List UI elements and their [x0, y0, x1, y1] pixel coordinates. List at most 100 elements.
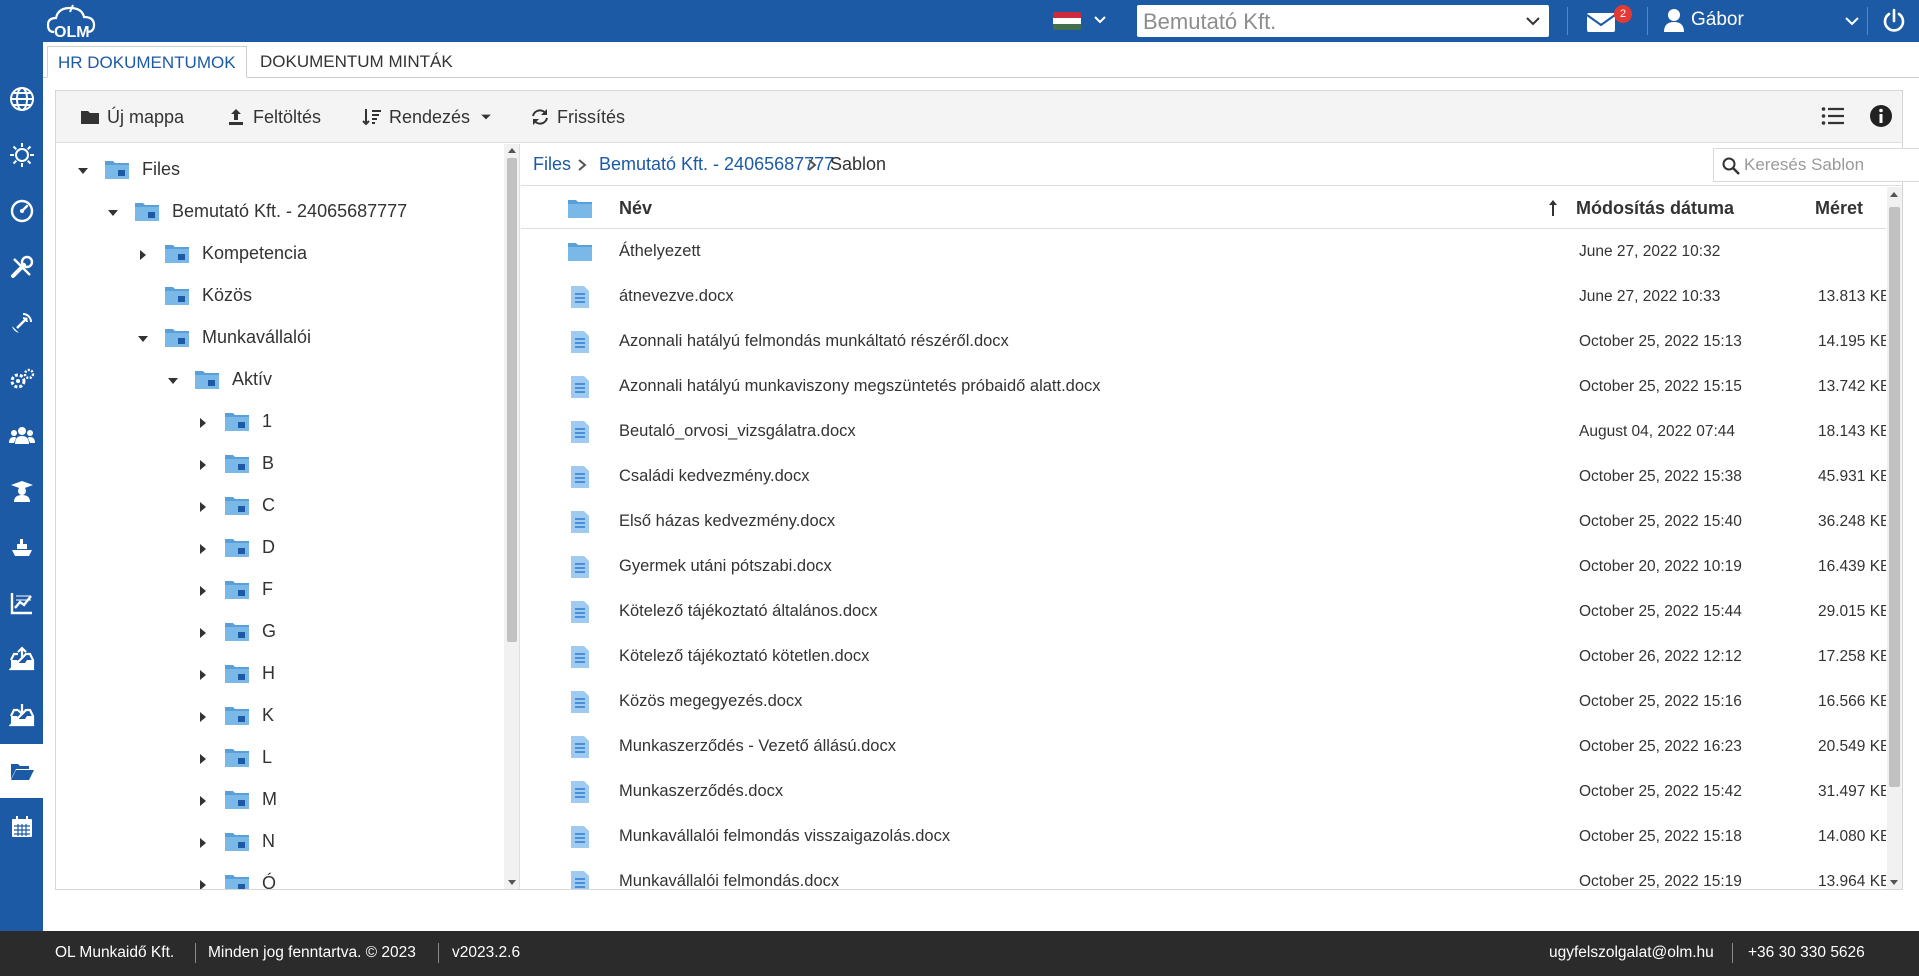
tree-node[interactable]: G	[196, 614, 276, 648]
table-row[interactable]: Azonnali hatályú felmondás munkáltató ré…	[521, 320, 1886, 365]
sidebar-item-upload[interactable]	[0, 632, 43, 686]
table-row[interactable]: Áthelyezett June 27, 2022 10:32	[521, 230, 1886, 275]
tree-node[interactable]: Közös	[136, 278, 252, 312]
tree-node[interactable]: H	[196, 656, 275, 690]
scroll-up-arrow[interactable]	[508, 148, 516, 153]
chevron-down-icon[interactable]	[1843, 12, 1861, 30]
sidebar-item-globe[interactable]	[0, 72, 43, 126]
search-box[interactable]	[1713, 148, 1919, 182]
sidebar-item-sun[interactable]	[0, 128, 43, 182]
column-header-modified[interactable]: Módosítás dátuma	[1576, 198, 1734, 219]
company-select[interactable]: Bemutató Kft.	[1137, 5, 1549, 37]
caret-right-icon[interactable]	[196, 876, 210, 889]
caret-down-icon[interactable]	[136, 330, 150, 344]
caret-right-icon[interactable]	[196, 750, 210, 764]
tree-node[interactable]: Files	[76, 152, 180, 186]
tree-node[interactable]: K	[196, 698, 274, 732]
breadcrumb-files[interactable]: Files	[533, 154, 571, 175]
footer-email[interactable]: ugyfelszolgalat@olm.hu	[1549, 944, 1714, 962]
caret-down-icon[interactable]	[76, 162, 90, 176]
user-icon[interactable]	[1664, 8, 1684, 32]
column-header-size[interactable]: Méret	[1815, 198, 1863, 219]
tree-node[interactable]: Aktív	[166, 362, 272, 396]
tree-node[interactable]: M	[196, 782, 277, 816]
caret-down-icon[interactable]	[166, 372, 180, 386]
table-row[interactable]: Beutaló_orvosi_vizsgálatra.docx August 04…	[521, 410, 1886, 455]
hungarian-flag-icon[interactable]	[1053, 12, 1081, 30]
file-list-scrollbar-thumb[interactable]	[1889, 207, 1900, 787]
table-row[interactable]: Munkavállalói felmondás visszaigazolás.d…	[521, 815, 1886, 860]
table-row[interactable]: Azonnali hatályú munkaviszony megszüntet…	[521, 365, 1886, 410]
tree-node[interactable]: L	[196, 740, 272, 774]
olm-logo[interactable]: OLM	[44, 2, 100, 40]
sidebar-item-tools[interactable]	[0, 240, 43, 294]
file-modified: October 20, 2022 10:19	[1579, 558, 1742, 575]
caret-right-icon[interactable]	[196, 498, 210, 512]
tree-node[interactable]: Bemutató Kft. - 24065687777	[106, 194, 407, 228]
scroll-up-arrow[interactable]	[1890, 192, 1898, 197]
breadcrumb-company[interactable]: Bemutató Kft. - 24065687777	[599, 154, 834, 175]
tree-scrollbar[interactable]	[504, 144, 519, 889]
column-header-name[interactable]: Név	[619, 198, 652, 219]
caret-down-icon[interactable]	[106, 204, 120, 218]
table-row[interactable]: Első házas kedvezmény.docx October 25, 20…	[521, 500, 1886, 545]
sidebar-item-users[interactable]	[0, 408, 43, 462]
sidebar-item-settings[interactable]	[0, 352, 43, 406]
tree-node[interactable]: B	[196, 446, 274, 480]
refresh-button[interactable]: Frissítés	[530, 103, 625, 131]
user-name[interactable]: Gábor	[1691, 9, 1744, 31]
caret-right-icon[interactable]	[196, 666, 210, 680]
sidebar-item-download[interactable]	[0, 688, 43, 742]
search-input[interactable]	[1744, 154, 1919, 176]
tree-node[interactable]: Ó	[196, 866, 276, 889]
scroll-down-arrow[interactable]	[508, 880, 516, 885]
file-list-scrollbar[interactable]	[1887, 187, 1902, 889]
sidebar-item-calendar[interactable]	[0, 800, 43, 854]
sidebar-item-dashboard[interactable]	[0, 184, 43, 238]
sidebar-item-reports[interactable]	[0, 576, 43, 630]
sort-button[interactable]: Rendezés	[362, 103, 492, 131]
tab-document-templates[interactable]: DOKUMENTUM MINTÁK	[250, 46, 463, 78]
table-row[interactable]: Kötelező tájékoztató általános.docx Octob…	[521, 590, 1886, 635]
upload-button[interactable]: Feltöltés	[226, 103, 321, 131]
caret-right-icon[interactable]	[196, 624, 210, 638]
table-row[interactable]: Közös megegyezés.docx October 25, 2022 15…	[521, 680, 1886, 725]
table-row[interactable]: átnevezve.docx June 27, 2022 10:33 13.813 …	[521, 275, 1886, 320]
caret-right-icon[interactable]	[136, 246, 150, 260]
table-row[interactable]: Családi kedvezmény.docx October 25, 2022 …	[521, 455, 1886, 500]
table-row[interactable]: Munkaszerződés - Vezető állású.docx Octob…	[521, 725, 1886, 770]
caret-right-icon[interactable]	[196, 414, 210, 428]
caret-right-icon[interactable]	[196, 792, 210, 806]
tree-node[interactable]: Kompetencia	[136, 236, 307, 270]
tree-node[interactable]: D	[196, 530, 275, 564]
sidebar-item-satellite[interactable]	[0, 296, 43, 350]
tree-node[interactable]: Munkavállalói	[136, 320, 311, 354]
tree-scrollbar-thumb[interactable]	[507, 158, 517, 642]
tree-node[interactable]: 1	[196, 404, 272, 438]
caret-right-icon[interactable]	[196, 456, 210, 470]
tree-node[interactable]: F	[196, 572, 273, 606]
sidebar-item-documents[interactable]	[0, 744, 43, 798]
table-row[interactable]: Gyermek utáni pótszabi.docx October 20, 2…	[521, 545, 1886, 590]
caret-right-icon[interactable]	[196, 834, 210, 848]
info-icon[interactable]	[1869, 104, 1893, 128]
tree-node[interactable]: N	[196, 824, 275, 858]
tree-node[interactable]: C	[196, 488, 275, 522]
chevron-down-icon[interactable]	[1092, 12, 1108, 28]
file-name: Első házas kedvezmény.docx	[619, 512, 836, 530]
table-row[interactable]: Kötelező tájékoztató kötetlen.docx Octobe…	[521, 635, 1886, 680]
power-icon[interactable]	[1881, 8, 1907, 34]
caret-right-icon[interactable]	[196, 540, 210, 554]
file-modified: August 04, 2022 07:44	[1579, 423, 1735, 440]
table-row[interactable]: Munkaszerződés.docx October 25, 2022 15:4…	[521, 770, 1886, 815]
sort-ascending-icon[interactable]	[1547, 199, 1559, 217]
list-view-icon[interactable]	[1821, 105, 1845, 127]
sidebar-item-ship[interactable]	[0, 520, 43, 574]
table-row[interactable]: Munkavállalói felmondás.docx October 25, …	[521, 860, 1886, 889]
caret-right-icon[interactable]	[196, 582, 210, 596]
sidebar-item-training[interactable]	[0, 464, 43, 518]
scroll-down-arrow[interactable]	[1890, 880, 1898, 885]
tab-hr-documents[interactable]: HR DOKUMENTUMOK	[47, 46, 247, 78]
new-folder-button[interactable]: Új mappa	[80, 103, 184, 131]
caret-right-icon[interactable]	[196, 708, 210, 722]
